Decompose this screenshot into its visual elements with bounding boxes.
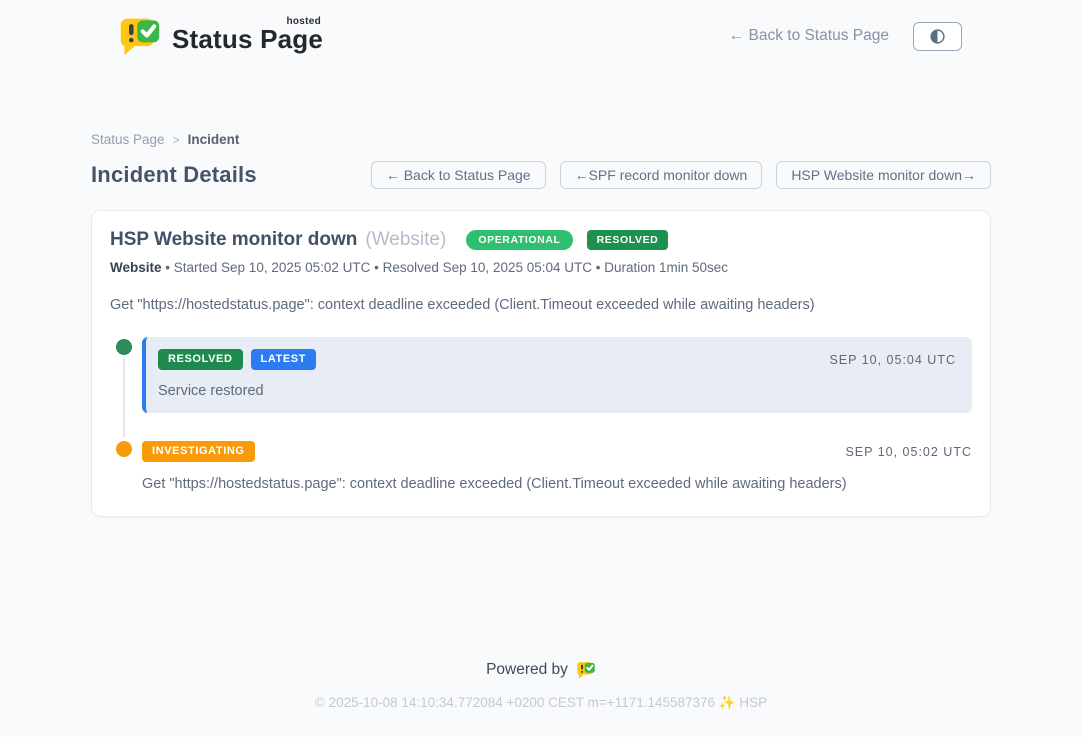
powered-by-label: Powered by (486, 661, 568, 679)
timeline-latest-update-box: RESOLVED LATEST SEP 10, 05:04 UTC Servic… (142, 337, 972, 413)
breadcrumb-incident: Incident (188, 132, 240, 147)
timeline-entry-investigating: INVESTIGATING SEP 10, 05:02 UTC Get "htt… (110, 439, 972, 492)
incident-title: HSP Website monitor down (110, 229, 357, 251)
incident-timeline: RESOLVED LATEST SEP 10, 05:04 UTC Servic… (110, 337, 972, 492)
status-page-logo-icon-small (576, 660, 596, 680)
timeline-timestamp: SEP 10, 05:04 UTC (829, 353, 956, 367)
timeline-entry-resolved: RESOLVED LATEST SEP 10, 05:04 UTC Servic… (110, 337, 972, 413)
back-to-status-page-button[interactable]: ← Back to Status Page (371, 161, 546, 189)
footer: Powered by © 2025-10-08 14:10:34.772084 … (0, 640, 1082, 737)
circle-half-icon (929, 28, 946, 45)
incident-nav-buttons: ← Back to Status Page ←SPF record monito… (371, 161, 991, 189)
status-badge-operational: OPERATIONAL (466, 230, 572, 251)
brand-name: Status Page (172, 24, 323, 55)
incident-scope: (Website) (365, 229, 446, 251)
incident-service: Website (110, 260, 162, 275)
timeline-badge-resolved: RESOLVED (158, 349, 243, 370)
breadcrumb-status-page[interactable]: Status Page (91, 132, 165, 147)
incident-card: HSP Website monitor down (Website) OPERA… (91, 210, 991, 517)
timeline-dot-green (116, 339, 132, 355)
timeline-badge-latest: LATEST (251, 349, 317, 370)
incident-meta: Website • Started Sep 10, 2025 05:02 UTC… (110, 260, 972, 275)
timeline-dot-orange (116, 441, 132, 457)
status-badge-resolved: RESOLVED (587, 230, 669, 251)
powered-by[interactable]: Powered by (0, 660, 1082, 680)
prev-incident-button[interactable]: ←SPF record monitor down (560, 161, 763, 189)
back-to-status-page-link[interactable]: ← Back to Status Page (729, 27, 889, 45)
copyright-text: © 2025-10-08 14:10:34.772084 +0200 CEST … (0, 695, 1082, 711)
breadcrumb-separator: > (173, 133, 180, 147)
main-content: Status Page > Incident Incident Details … (91, 132, 991, 517)
brand-logo[interactable]: hosted Status Page (118, 14, 323, 58)
timeline-message: Get "https://hostedstatus.page": context… (142, 476, 972, 492)
status-page-logo-icon (118, 14, 162, 58)
incident-meta-details: • Started Sep 10, 2025 05:02 UTC • Resol… (165, 260, 728, 275)
timeline-timestamp: SEP 10, 05:02 UTC (845, 445, 972, 459)
header: hosted Status Page ← Back to Status Page (0, 0, 1082, 68)
incident-description: Get "https://hostedstatus.page": context… (110, 297, 972, 313)
page-title: Incident Details (91, 162, 257, 188)
timeline-badge-investigating: INVESTIGATING (142, 441, 255, 462)
breadcrumb: Status Page > Incident (91, 132, 991, 147)
theme-toggle-button[interactable] (913, 22, 962, 51)
next-incident-button[interactable]: HSP Website monitor down→ (776, 161, 991, 189)
timeline-message: Service restored (158, 383, 956, 399)
